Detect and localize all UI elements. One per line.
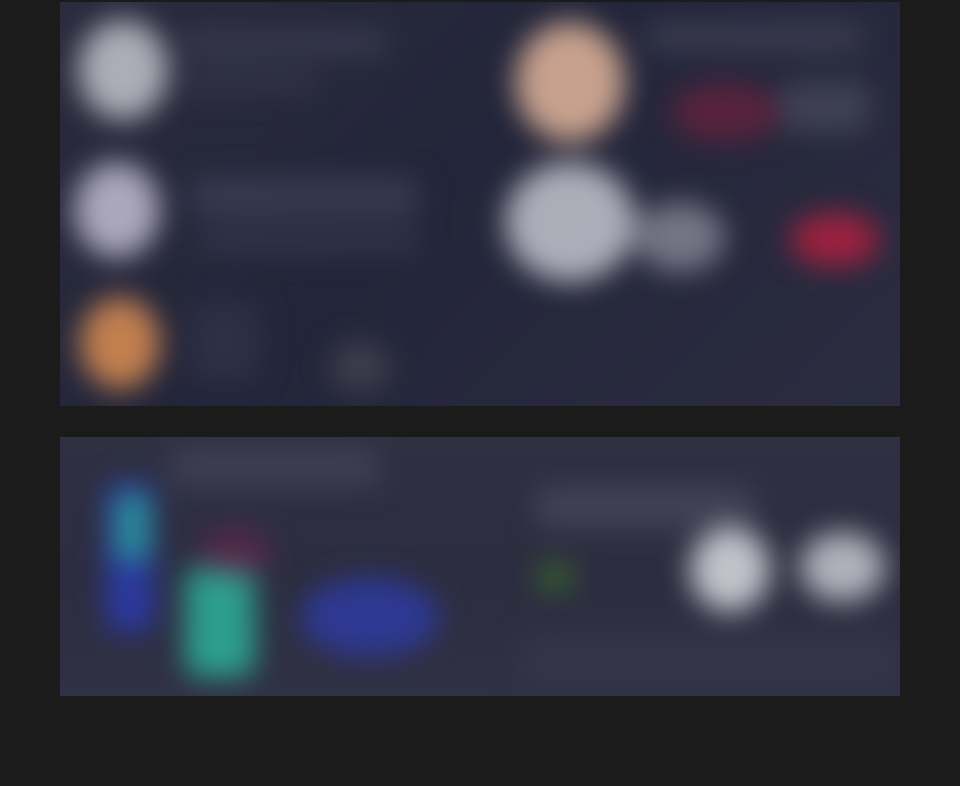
portrait	[515, 22, 625, 142]
red-badge	[790, 212, 880, 267]
avatar	[80, 297, 160, 389]
colored-shape	[115, 492, 150, 562]
blurred-preview-top	[60, 2, 900, 406]
accent-shape	[670, 82, 780, 142]
text-line	[535, 487, 755, 527]
blurred-content-top	[60, 2, 900, 406]
colored-shape	[185, 567, 255, 677]
avatar	[690, 527, 770, 612]
text-line	[645, 22, 865, 52]
text-line	[170, 447, 380, 487]
text-line	[780, 82, 870, 132]
avatar	[800, 532, 885, 602]
icon-placeholder	[330, 342, 390, 392]
avatar	[78, 20, 168, 120]
small-icon	[535, 562, 575, 592]
text-line	[190, 177, 420, 217]
avatar	[74, 162, 160, 258]
text-line	[190, 302, 260, 382]
text-line	[200, 230, 420, 252]
text-line	[180, 72, 320, 92]
footer-bar	[520, 637, 900, 687]
portrait	[635, 202, 725, 272]
portrait	[505, 162, 635, 282]
colored-shape	[300, 577, 440, 657]
text-line	[180, 30, 390, 56]
blurred-content-bottom	[60, 437, 900, 696]
blurred-preview-bottom	[60, 437, 900, 696]
accent-shape	[200, 527, 270, 577]
